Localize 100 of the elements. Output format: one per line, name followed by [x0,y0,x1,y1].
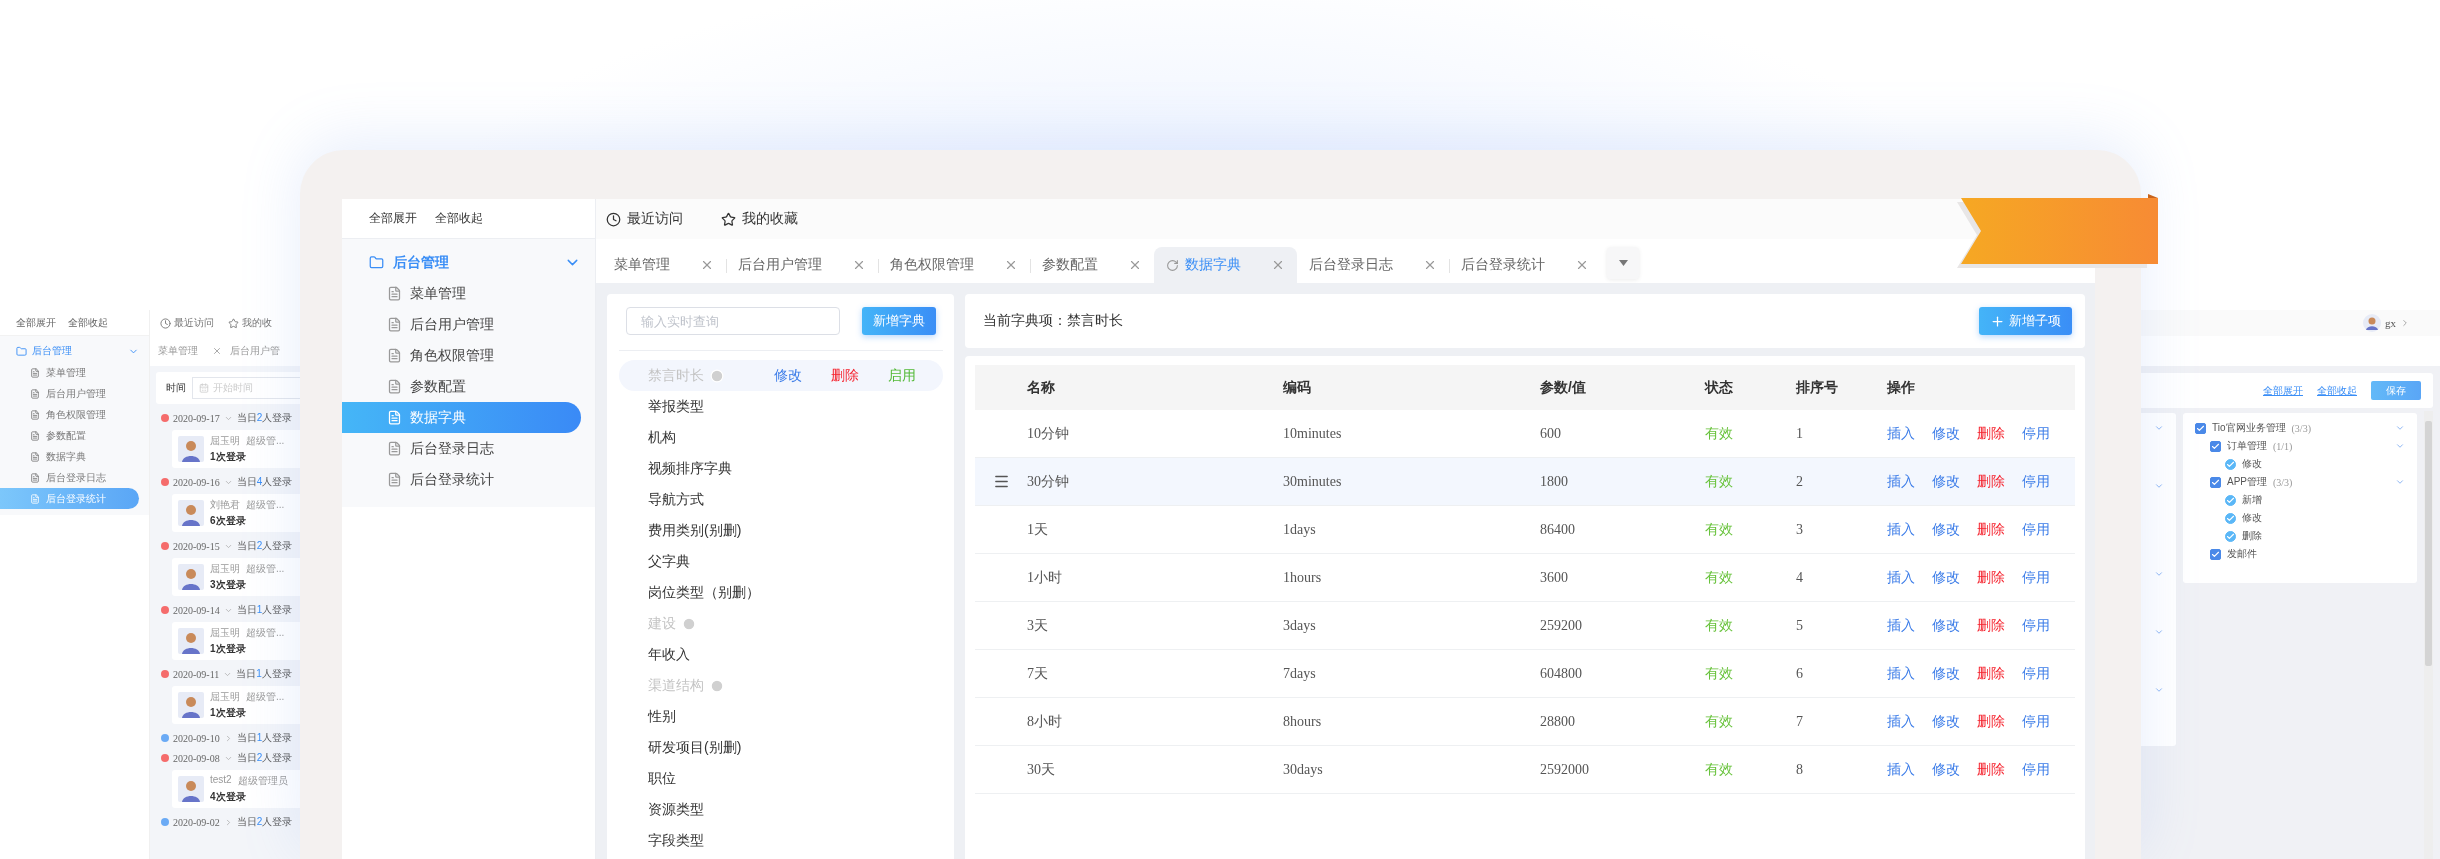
action-link[interactable]: 修改 [1932,520,1960,539]
dictionary-item[interactable]: 职位 [619,763,943,794]
action-link[interactable]: 修改 [1932,424,1960,443]
menu-item[interactable]: 角色权限管理 [0,404,139,425]
action-link[interactable]: 删除 [1977,712,2005,731]
menu-item[interactable]: 菜单管理 [0,362,139,383]
action-link[interactable]: 删除 [1977,664,2005,683]
menu-item[interactable]: 后台登录统计 [0,488,139,509]
action-link[interactable]: 停用 [2022,424,2050,443]
menu-item[interactable]: 参数配置 [342,371,581,402]
checkbox[interactable] [2225,494,2236,506]
menu-item[interactable]: 角色权限管理 [342,340,581,371]
action-link[interactable]: 删除 [1977,760,2005,779]
nav-link[interactable]: 我的收 [228,316,272,330]
menu-item[interactable]: 后台用户管理 [0,383,139,404]
table-row[interactable]: 30分钟 30minutes 1800 有效 2 插入 修改 删除 停用 [975,458,2075,506]
chevron-icon[interactable] [2400,318,2410,328]
tab[interactable]: 参数配置 [1030,247,1154,283]
action-link[interactable]: 插入 [1887,568,1915,587]
nav-link[interactable]: 我的收藏 [721,210,798,228]
action-link[interactable]: 停用 [2022,664,2050,683]
dictionary-item[interactable]: 性别 [619,701,943,732]
checkbox[interactable] [2225,530,2236,542]
action-link[interactable]: 删除 [1977,424,2005,443]
action-link[interactable]: 修改 [1932,664,1960,683]
chevron-icon[interactable] [2153,423,2164,433]
user-name[interactable]: gx [2385,317,2396,329]
scrollbar[interactable] [2424,411,2433,859]
action-link[interactable]: 修改 [1932,616,1960,635]
tab[interactable]: 后台登录日志 [1297,247,1449,283]
action-link[interactable]: 停用 [2022,616,2050,635]
chevron-icon[interactable] [2395,441,2405,451]
action-link[interactable]: 插入 [1887,712,1915,731]
save-button[interactable]: 保存 [2371,381,2421,400]
search-field[interactable]: 输入实时查询 [626,307,840,335]
action-link[interactable]: 修改 [1932,568,1960,587]
nav-link[interactable]: 最近访问 [606,210,683,228]
action-link[interactable]: 插入 [1887,760,1915,779]
checkbox[interactable] [2225,512,2236,524]
action-link[interactable]: 修改 [1932,472,1960,491]
dictionary-item[interactable]: 年收入 [619,639,943,670]
action-link[interactable]: 修改 [1932,760,1960,779]
tab[interactable]: 菜单管理 [158,344,222,358]
action-link[interactable]: 停用 [2022,472,2050,491]
refresh-icon[interactable] [1166,258,1179,272]
menu-item[interactable]: 后台登录日志 [0,467,139,488]
action-link[interactable]: 插入 [1887,616,1915,635]
action-link[interactable]: 删除 [1977,568,2005,587]
action-link[interactable]: 停用 [2022,712,2050,731]
close-icon[interactable] [1575,258,1589,272]
toolbar-link[interactable]: 全部展开 [2263,383,2303,398]
toolbar-link[interactable]: 全部收起 [68,315,108,330]
action-link[interactable]: 停用 [2022,760,2050,779]
tab[interactable]: 角色权限管理 [878,247,1030,283]
toolbar-link[interactable]: 全部展开 [16,315,56,330]
checkbox[interactable] [2210,440,2221,452]
close-icon[interactable] [1423,258,1437,272]
chevron-icon[interactable] [2395,423,2405,433]
menu-item[interactable]: 后台登录统计 [342,464,581,495]
more-tabs-button[interactable] [1607,247,1639,279]
chevron-icon[interactable] [2153,569,2164,579]
dictionary-item[interactable]: 视频排序字典 [619,453,943,484]
dictionary-item[interactable]: 举报类型 [619,391,943,422]
chevron-icon[interactable] [2153,627,2164,637]
checkbox[interactable] [2210,476,2221,488]
drag-handle-icon[interactable] [992,473,1010,490]
menu-item[interactable]: 后台用户管理 [342,309,581,340]
dictionary-item[interactable]: 字段类型 [619,825,943,856]
close-icon[interactable] [852,258,866,272]
add-dictionary-button[interactable]: 新增字典 [862,307,936,335]
action-link[interactable]: 删除 [1977,520,2005,539]
menu-item[interactable]: 数据字典 [342,402,581,433]
chevron-icon[interactable] [2395,477,2405,487]
checkbox[interactable] [2225,458,2236,470]
tree-group-label[interactable]: 后台管理 [393,253,555,272]
add-child-button[interactable]: 新增子项 [1979,307,2072,335]
dictionary-item[interactable]: 费用类别(别删) [619,515,943,546]
dictionary-item[interactable]: 父字典 [619,546,943,577]
close-icon[interactable] [212,346,222,356]
menu-item[interactable]: 菜单管理 [342,278,581,309]
action-link[interactable]: 插入 [1887,520,1915,539]
action-link[interactable]: 删除 [1977,472,2005,491]
action-link[interactable]: 删除 [1977,616,2005,635]
menu-item[interactable]: 参数配置 [0,425,139,446]
tree-group-label[interactable]: 后台管理 [32,344,123,358]
action-link[interactable]: 插入 [1887,424,1915,443]
close-icon[interactable] [700,258,714,272]
toolbar-link[interactable]: 全部收起 [2317,383,2357,398]
tab[interactable]: 后台登录统计 [1449,247,1601,283]
dictionary-item[interactable]: 导航方式 [619,484,943,515]
action-link[interactable]: 插入 [1887,472,1915,491]
checkbox[interactable] [2210,548,2221,560]
tab[interactable]: 后台用户管理 [726,247,878,283]
tab[interactable]: 菜单管理 [602,247,726,283]
action-link[interactable]: 停用 [2022,568,2050,587]
close-icon[interactable] [1271,258,1285,272]
tab[interactable]: 后台用户管 [230,344,280,358]
chevron-icon[interactable] [2153,481,2164,491]
action-link[interactable]: 停用 [2022,520,2050,539]
dictionary-item[interactable]: 岗位类型（别删） [619,577,943,608]
